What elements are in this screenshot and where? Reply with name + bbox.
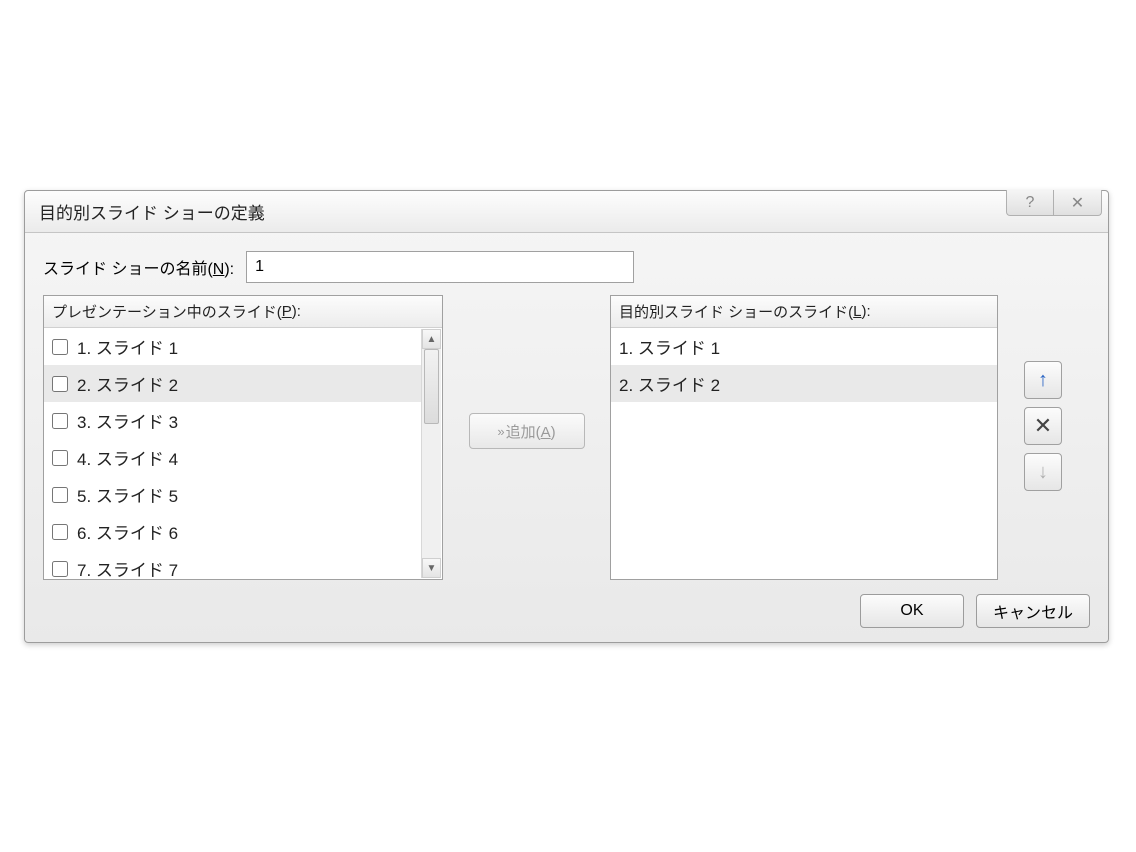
- list-item[interactable]: 2. スライド 2: [44, 365, 422, 402]
- lists-row: プレゼンテーション中のスライド(P): 1. スライド 1 2. スライド 2 3.…: [43, 295, 1090, 580]
- custom-slideshow-dialog: 目的別スライド ショーの定義 ? ✕ スライド ショーの名前(N): プレゼンテ…: [24, 190, 1109, 643]
- slideshow-name-label: スライド ショーの名前(N):: [43, 255, 234, 279]
- arrow-up-icon: ↑: [1038, 369, 1048, 392]
- presentation-slides-list[interactable]: 1. スライド 1 2. スライド 2 3. スライド 3 4. スライド 4 5. ス…: [44, 328, 442, 579]
- custom-show-slides-panel: 目的別スライド ショーのスライド(L): 1. スライド 1 2. スライド 2: [610, 295, 998, 580]
- slide-label: 5. スライド 5: [77, 482, 178, 507]
- slideshow-name-row: スライド ショーの名前(N):: [43, 251, 1090, 283]
- list-item[interactable]: 1. スライド 1: [44, 328, 422, 365]
- scrollbar[interactable]: ▲ ▼: [421, 329, 441, 578]
- remove-button[interactable]: ✕: [1024, 407, 1062, 445]
- custom-show-slides-header: 目的別スライド ショーのスライド(L):: [611, 296, 997, 328]
- list-item[interactable]: 7. スライド 7: [44, 550, 422, 579]
- list-item[interactable]: 2. スライド 2: [611, 365, 997, 402]
- scroll-thumb[interactable]: [424, 349, 439, 424]
- scroll-up-icon[interactable]: ▲: [422, 329, 441, 349]
- window-controls: ? ✕: [1006, 190, 1102, 216]
- slide-label: 2. スライド 2: [77, 371, 178, 396]
- slide-checkbox[interactable]: [52, 339, 68, 355]
- slide-label: 3. スライド 3: [77, 408, 178, 433]
- list-item[interactable]: 1. スライド 1: [611, 328, 997, 365]
- slide-checkbox[interactable]: [52, 450, 68, 466]
- remove-icon: ✕: [1034, 413, 1052, 439]
- slide-checkbox[interactable]: [52, 561, 68, 577]
- slideshow-name-input[interactable]: [246, 251, 634, 283]
- help-button[interactable]: ?: [1006, 190, 1054, 216]
- close-button[interactable]: ✕: [1054, 190, 1102, 216]
- slide-label: 4. スライド 4: [77, 445, 178, 470]
- move-down-button[interactable]: ↓: [1024, 453, 1062, 491]
- presentation-slides-header: プレゼンテーション中のスライド(P):: [44, 296, 442, 328]
- slide-checkbox[interactable]: [52, 487, 68, 503]
- add-button-label: 追加(A): [506, 421, 556, 442]
- slide-checkbox[interactable]: [52, 524, 68, 540]
- slide-label: 2. スライド 2: [619, 371, 720, 396]
- list-item[interactable]: 6. スライド 6: [44, 513, 422, 550]
- chevrons-right-icon: »: [497, 424, 501, 439]
- scroll-track[interactable]: [422, 349, 441, 558]
- presentation-slides-panel: プレゼンテーション中のスライド(P): 1. スライド 1 2. スライド 2 3.…: [43, 295, 443, 580]
- add-button[interactable]: » 追加(A): [469, 413, 585, 449]
- dialog-body: スライド ショーの名前(N): プレゼンテーション中のスライド(P): 1. ス…: [25, 233, 1108, 642]
- slide-label: 7. スライド 7: [77, 556, 178, 579]
- list-item[interactable]: 5. スライド 5: [44, 476, 422, 513]
- scroll-down-icon[interactable]: ▼: [422, 558, 441, 578]
- move-up-button[interactable]: ↑: [1024, 361, 1062, 399]
- list-item[interactable]: 3. スライド 3: [44, 402, 422, 439]
- slide-label: 6. スライド 6: [77, 519, 178, 544]
- cancel-button[interactable]: キャンセル: [976, 594, 1090, 628]
- dialog-footer: OK キャンセル: [43, 594, 1090, 628]
- close-icon: ✕: [1071, 193, 1084, 213]
- center-column: » 追加(A): [443, 295, 610, 449]
- slide-checkbox[interactable]: [52, 376, 68, 392]
- slide-label: 1. スライド 1: [77, 334, 178, 359]
- slide-checkbox[interactable]: [52, 413, 68, 429]
- help-icon: ?: [1026, 194, 1035, 212]
- arrow-down-icon: ↓: [1038, 461, 1048, 484]
- dialog-title: 目的別スライド ショーの定義: [39, 199, 265, 224]
- list-item[interactable]: 4. スライド 4: [44, 439, 422, 476]
- custom-show-slides-list[interactable]: 1. スライド 1 2. スライド 2: [611, 328, 997, 579]
- reorder-buttons: ↑ ✕ ↓: [1024, 295, 1062, 491]
- slide-label: 1. スライド 1: [619, 334, 720, 359]
- ok-button[interactable]: OK: [860, 594, 964, 628]
- titlebar: 目的別スライド ショーの定義 ? ✕: [25, 191, 1108, 233]
